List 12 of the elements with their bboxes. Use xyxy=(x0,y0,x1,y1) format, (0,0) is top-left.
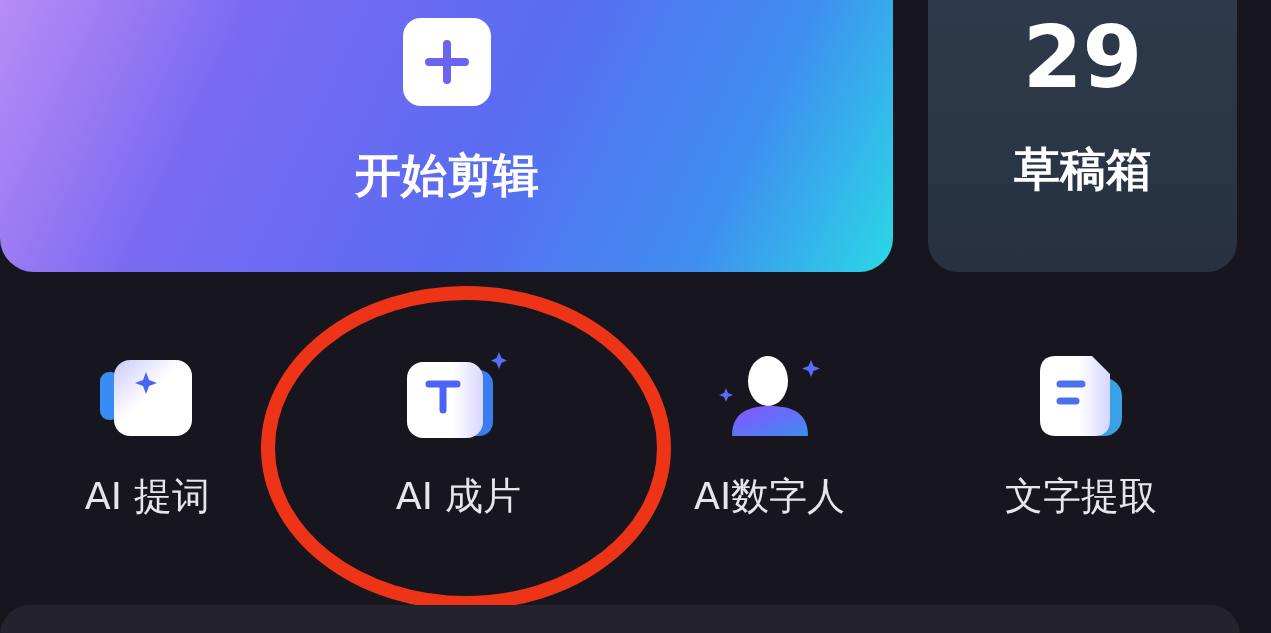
drafts-card[interactable]: 29 草稿箱 xyxy=(928,0,1237,272)
drafts-label: 草稿箱 xyxy=(1013,142,1152,198)
start-editing-label: 开始剪辑 xyxy=(354,148,539,204)
document-icon xyxy=(1037,356,1124,438)
tool-label[interactable]: AI数字人 xyxy=(693,474,846,520)
start-editing-card[interactable]: 开始剪辑 xyxy=(0,0,893,272)
tool-label[interactable]: AI 提词 xyxy=(84,474,211,520)
tool-label[interactable]: AI 成片 xyxy=(395,474,522,520)
draft-count: 29 xyxy=(1022,14,1143,100)
tool-label[interactable]: 文字提取 xyxy=(1004,474,1157,520)
plus-icon xyxy=(402,18,491,106)
person-sparkle-icon xyxy=(717,356,822,438)
